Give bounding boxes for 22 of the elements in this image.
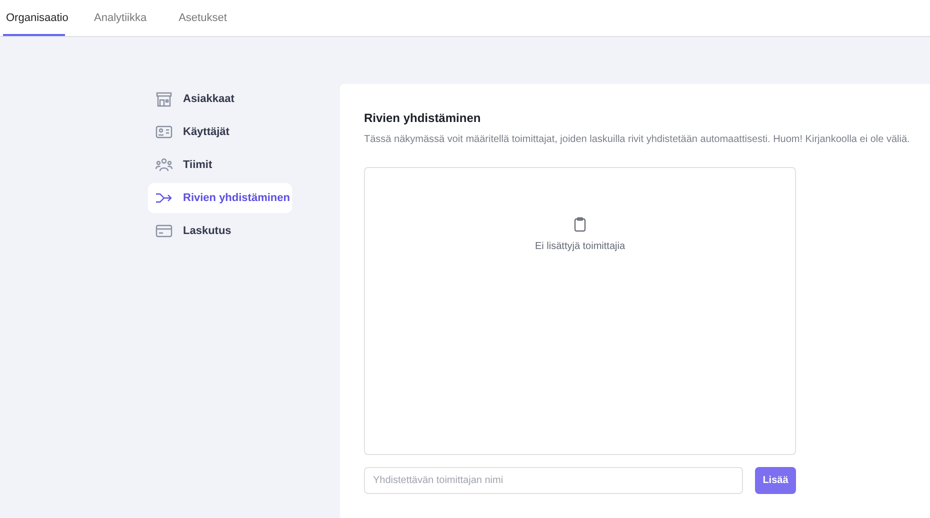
sidebar-item[interactable]: Rivien yhdistäminen <box>148 183 292 213</box>
store-icon <box>155 91 173 107</box>
sidebar-item-label: Käyttäjät <box>183 126 230 138</box>
clipboard-icon <box>574 217 586 232</box>
sidebar-item[interactable]: Laskutus <box>148 216 292 246</box>
sidebar-item-label: Rivien yhdistäminen <box>183 192 290 204</box>
add-button[interactable]: Lisää <box>755 467 796 494</box>
sidebar-item-label: Asiakkaat <box>183 93 234 105</box>
credit-card-icon <box>155 223 173 239</box>
sidebar-item[interactable]: Asiakkaat <box>148 84 292 114</box>
sidebar-item[interactable]: Tiimit <box>148 150 292 180</box>
sidebar-item[interactable]: Käyttäjät <box>148 117 292 147</box>
panel-description: Tässä näkymässä voit määritellä toimittajat, joiden laskuilla rivit yhdistetään automaattisesti. Huom! Kirjankoolla ei ole väliä. <box>364 134 911 145</box>
supplier-name-field[interactable]: Yhdistettävän toimittajan nimi <box>364 467 743 494</box>
id-card-icon <box>155 124 173 140</box>
panel-title: Rivien yhdistäminen <box>364 111 482 125</box>
sidebar-item-label: Laskutus <box>183 225 232 237</box>
tab[interactable]: Asetukset <box>176 0 230 36</box>
tab[interactable]: Analytiikka <box>91 0 150 36</box>
sidebar-item-label: Tiimit <box>183 159 212 171</box>
team-icon <box>155 157 173 173</box>
empty-message: Ei lisättyjä toimittajia <box>534 241 626 252</box>
